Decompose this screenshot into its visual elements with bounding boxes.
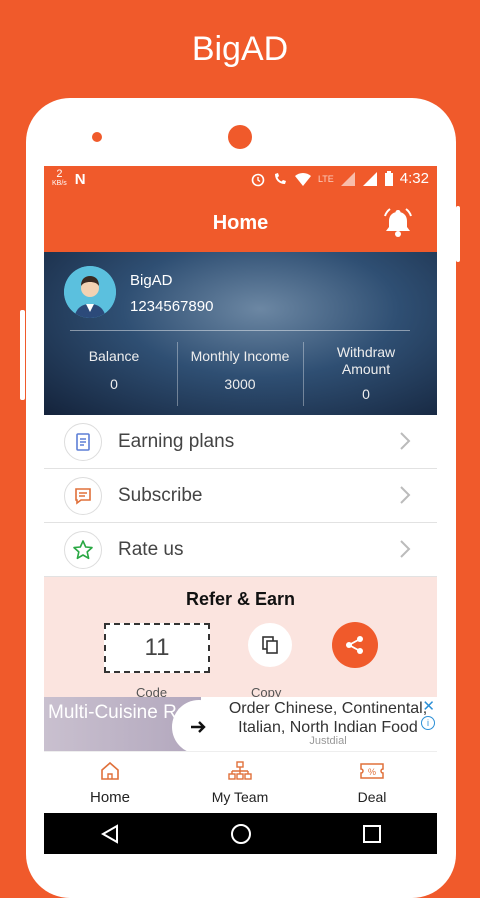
- signal-icon-1: [340, 171, 355, 186]
- phone-camera: [228, 125, 252, 149]
- app-screen: 2 KB/s N LTE 4:32 Home BigAD 1234567890 …: [44, 166, 437, 854]
- ad-info-icon[interactable]: i: [421, 716, 435, 730]
- message-icon: [75, 487, 91, 505]
- home-circle-icon[interactable]: [230, 823, 252, 845]
- refer-earn-section: Refer & Earn 11 Code Copy: [44, 577, 437, 700]
- referral-code: 11: [104, 623, 210, 673]
- tab-home-label: Home: [89, 789, 130, 806]
- brand-title: BigAD: [191, 30, 289, 68]
- notification-bell-button[interactable]: [381, 206, 415, 245]
- recents-icon[interactable]: [362, 824, 382, 844]
- profile-phone: 1234567890: [130, 298, 214, 315]
- lte-icon: LTE: [317, 173, 334, 184]
- user-avatar-icon: [64, 266, 116, 318]
- stat-separator: [303, 342, 304, 406]
- menu-icon-circle: [64, 530, 102, 569]
- stat-separator: [177, 342, 178, 406]
- phone-side-button: [20, 310, 25, 400]
- stat-balance: Balance 0: [66, 348, 162, 392]
- ad-right-text: Order Chinese, Continental, Italian, Nor…: [228, 700, 428, 736]
- svg-text:%: %: [368, 767, 376, 777]
- profile-card: BigAD 1234567890 Balance 0 Monthly Incom…: [44, 252, 437, 415]
- menu-item-label: Rate us: [118, 538, 184, 560]
- alarm-icon: [251, 173, 265, 186]
- stat-withdraw-value: 0: [362, 386, 370, 402]
- notification-n-icon: N: [74, 170, 86, 188]
- star-icon: [73, 539, 93, 559]
- ad-source: Justdial: [309, 735, 347, 747]
- tab-my-team[interactable]: My Team: [190, 760, 290, 805]
- network-speed-unit: KB/s: [52, 180, 67, 187]
- stat-monthly-income-label: Monthly Income: [190, 348, 290, 364]
- signal-icon-2: [362, 171, 377, 186]
- app-bar: Home: [44, 194, 437, 252]
- ad-arrow-button[interactable]: [172, 700, 226, 751]
- stat-balance-label: Balance: [88, 348, 140, 364]
- refer-title: Refer & Earn: [185, 589, 296, 609]
- profile-divider: [70, 330, 410, 331]
- stat-monthly-income: Monthly Income 3000: [182, 348, 298, 392]
- page-title: Home: [212, 212, 269, 234]
- bottom-tab-bar: Home My Team % Deal: [44, 751, 437, 814]
- stat-withdraw-amount: Withdraw Amount 0: [306, 344, 426, 402]
- team-icon: [228, 761, 252, 780]
- profile-name: BigAD: [130, 272, 173, 289]
- stat-balance-value: 0: [110, 376, 118, 392]
- menu-item-rate-us[interactable]: Rate us: [44, 523, 437, 577]
- wifi-icon: [294, 172, 311, 186]
- share-button[interactable]: [332, 622, 378, 668]
- home-icon: [101, 761, 119, 780]
- back-icon[interactable]: [99, 823, 121, 845]
- menu-item-earning-plans[interactable]: Earning plans: [44, 415, 437, 469]
- copy-button[interactable]: [248, 623, 292, 667]
- call-icon: [274, 172, 286, 184]
- deal-icon: %: [360, 763, 384, 779]
- chevron-right-icon: [400, 432, 411, 450]
- status-time: 4:32: [399, 170, 429, 187]
- menu-list: Earning plans Subscribe Rate us: [44, 415, 437, 577]
- menu-item-subscribe[interactable]: Subscribe: [44, 469, 437, 523]
- stat-monthly-income-value: 3000: [224, 376, 256, 392]
- bell-icon: [384, 208, 412, 237]
- network-speed: 2: [56, 168, 63, 180]
- menu-icon-circle: [64, 476, 102, 515]
- tab-my-team-label: My Team: [211, 789, 269, 805]
- copy-icon: [262, 636, 278, 654]
- share-icon: [346, 636, 363, 654]
- menu-icon-circle: [64, 422, 102, 461]
- phone-sensor: [92, 132, 102, 142]
- ad-close-icon[interactable]: ✕: [422, 697, 435, 715]
- stat-withdraw-label: Withdraw Amount: [336, 344, 396, 377]
- tab-home[interactable]: Home: [60, 760, 160, 806]
- status-bar: 2 KB/s N LTE 4:32: [44, 166, 437, 194]
- phone-side-button: [456, 206, 460, 262]
- chevron-right-icon: [400, 540, 411, 558]
- ad-banner[interactable]: Multi-Cuisine Restaurants Order Chinese,…: [44, 697, 437, 751]
- battery-icon: [384, 170, 393, 186]
- menu-item-label: Earning plans: [118, 430, 235, 452]
- avatar: [64, 266, 116, 318]
- document-icon: [76, 432, 90, 451]
- tab-deal[interactable]: % Deal: [322, 760, 422, 805]
- menu-item-label: Subscribe: [118, 484, 203, 506]
- tab-deal-label: Deal: [357, 789, 387, 805]
- chevron-right-icon: [400, 486, 411, 504]
- arrow-right-icon: [191, 721, 206, 733]
- system-nav-bar: [44, 813, 437, 854]
